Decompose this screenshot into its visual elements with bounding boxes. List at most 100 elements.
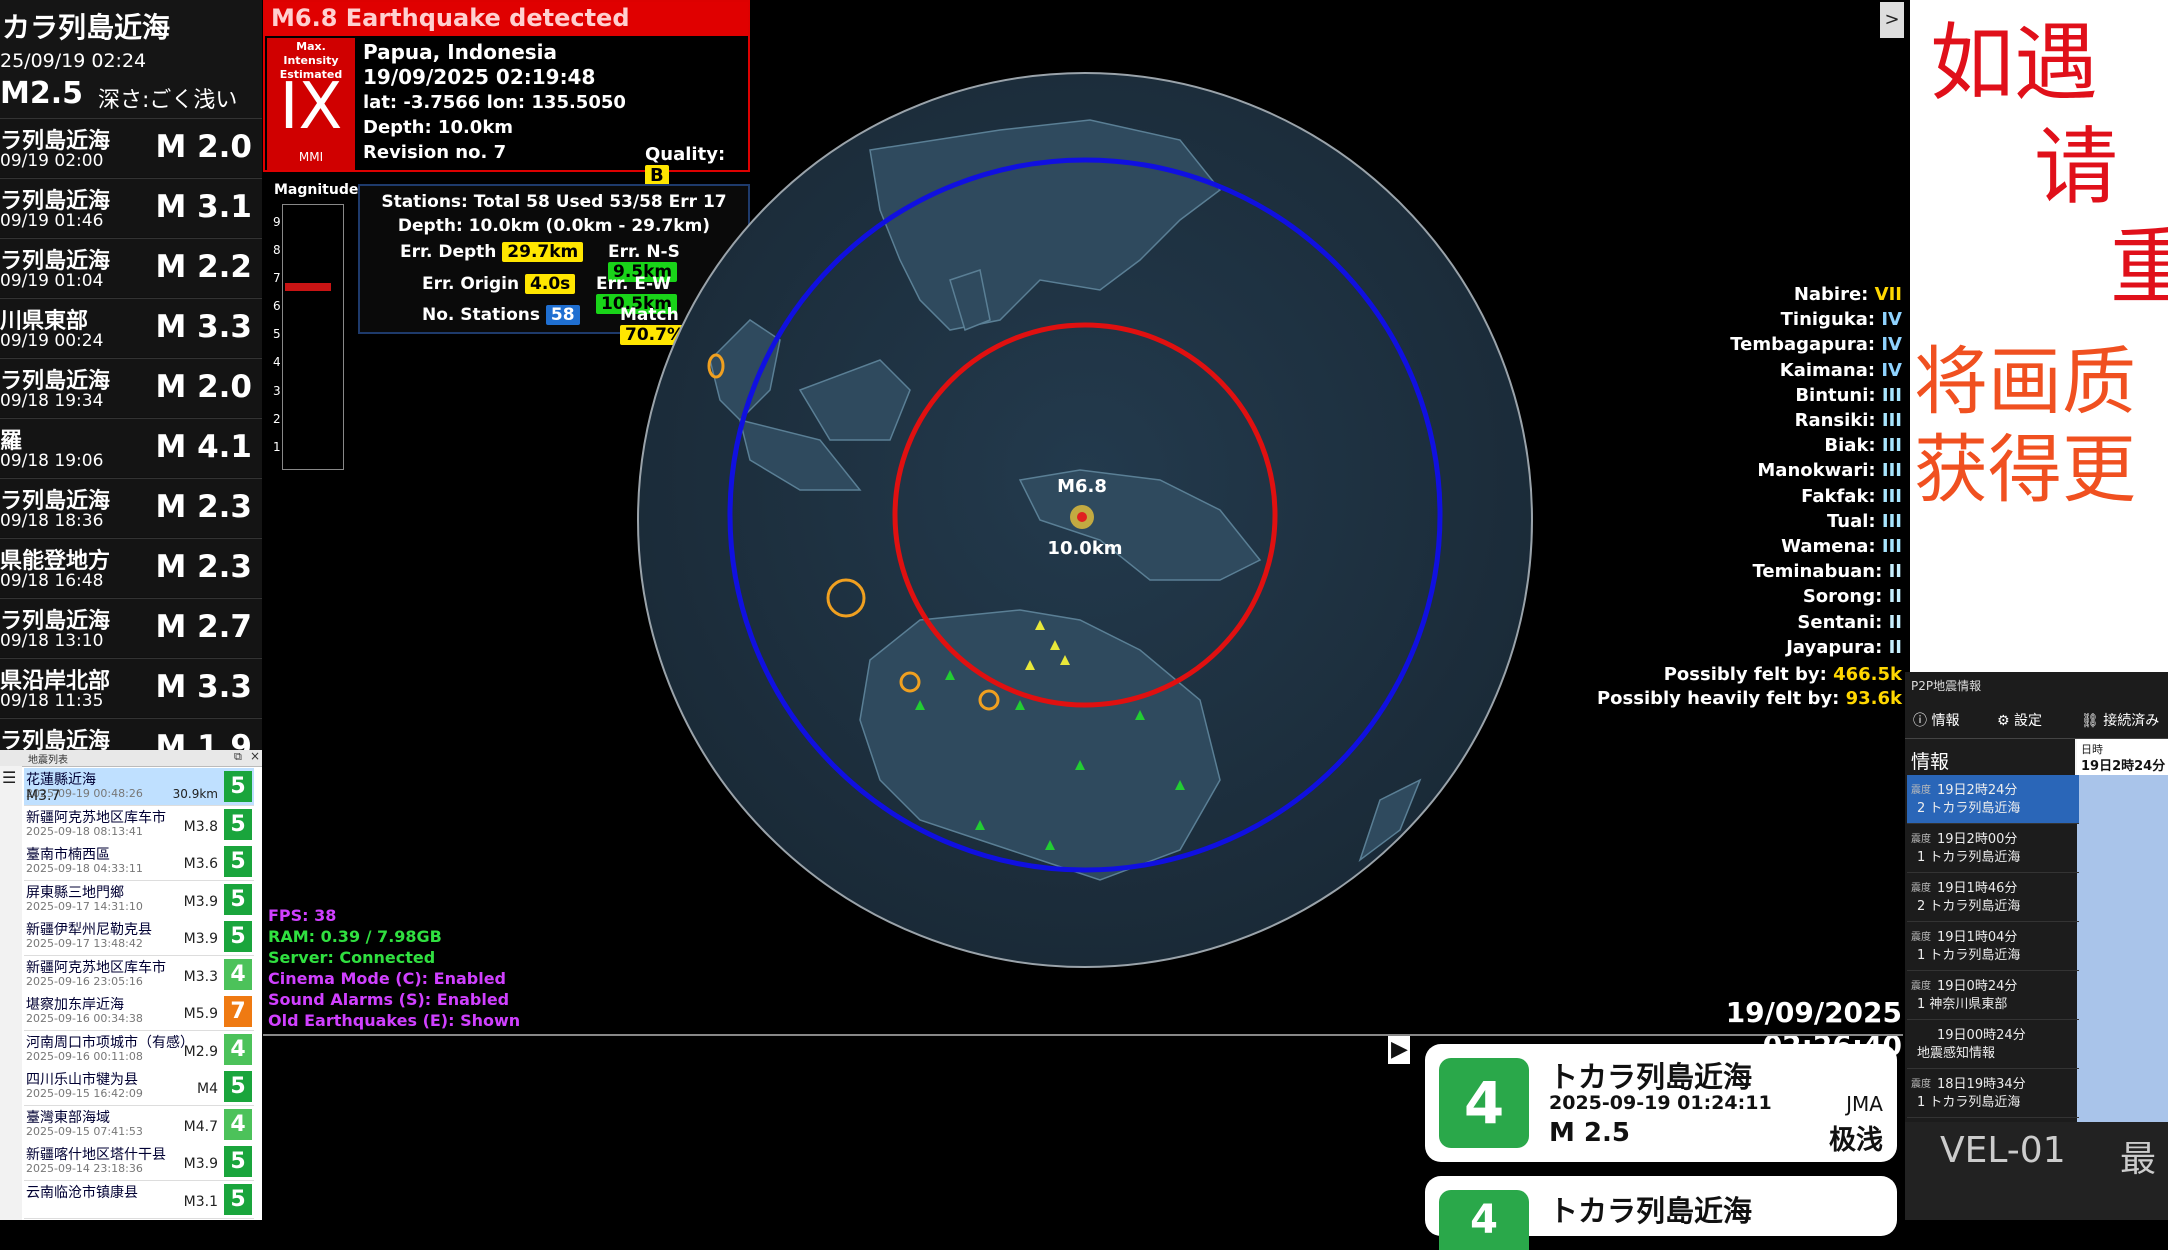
- list-icon[interactable]: ☰: [2, 768, 16, 787]
- item-mag: M 2.0: [155, 369, 252, 405]
- intensity-badge: 4: [224, 1108, 252, 1140]
- item-area: 云南临沧市镇康县: [26, 1184, 138, 1201]
- item-time: 09/18 16:48: [0, 571, 104, 591]
- quake-list-item[interactable]: ラ列島近海 09/18 19:34 M 2.0: [0, 358, 262, 417]
- p2p-side-head: 日時 19日2時24分: [2077, 739, 2168, 775]
- item-area: 臺灣東部海域: [26, 1109, 110, 1126]
- item-mag: M3.9: [183, 893, 218, 910]
- intensity-badge: 5: [224, 846, 252, 877]
- possibly-felt: Possibly felt by: 466.5k: [1663, 664, 1902, 685]
- tab-connection[interactable]: ⛓ 接続済み: [2081, 710, 2159, 730]
- cn-quake-item[interactable]: 河南周口市项城市（有感） 2025-09-16 00:11:08 M2.9 4: [24, 1030, 254, 1069]
- quake-list-item[interactable]: 羅 09/18 19:06 M 4.1: [0, 418, 262, 477]
- item-area: 新疆阿克苏地区库车市: [26, 809, 166, 826]
- cn-quake-item[interactable]: 臺南市楠西區 2025-09-18 04:33:11 M3.6 5: [24, 843, 254, 881]
- quake-list-item[interactable]: ラ列島近海 09/18 18:36 M 2.3: [0, 478, 262, 537]
- cn-quake-item[interactable]: 新疆阿克苏地区库车市 2025-09-18 08:13:41 M3.8 5: [24, 805, 254, 844]
- footer-trail: 最: [2120, 1139, 2157, 1180]
- tab-info[interactable]: ⓘ 情報: [1913, 710, 1959, 730]
- status-sound[interactable]: Sound Alarms (S): Enabled: [268, 989, 520, 1010]
- intensity-value: IX: [279, 70, 343, 144]
- magnitude-bar: [285, 283, 331, 292]
- item-time: 19日1時46分: [1937, 881, 2018, 896]
- p2p-item[interactable]: 震度 19日0時24分 1 神奈川県東部: [1907, 971, 2079, 1020]
- item-mag: M2.9: [183, 1043, 218, 1060]
- p2p-item[interactable]: 19日00時24分 地震感知情報: [1907, 1020, 2079, 1069]
- felt-place: Manokwari: III: [1757, 460, 1902, 482]
- cn-quake-item[interactable]: 新疆伊犁州尼勒克县 2025-09-17 13:48:42 M3.9 5: [24, 918, 254, 956]
- eew-card[interactable]: 4 トカラ列島近海 2025-09-19 01:24:11 M 2.5 JMA …: [1425, 1044, 1897, 1162]
- quake-list-item[interactable]: 川県東部 09/19 00:24 M 3.3: [0, 298, 262, 357]
- quake-list-item[interactable]: ラ列島近海 09/19 01:04 M 2.2: [0, 238, 262, 297]
- felt-place: Wamena: III: [1781, 536, 1902, 557]
- quake-depth: Depth: 10.0km: [363, 117, 514, 138]
- item-mag: M3.7: [26, 788, 61, 804]
- intensity-badge: 5: [224, 1071, 252, 1102]
- banner-line5: 获得更: [1914, 427, 2136, 513]
- cn-quake-item[interactable]: 花蓮縣近海 2025-09-19 00:48:26 M3.7 5 30.9km: [24, 768, 254, 806]
- felt-place: Jayapura: II: [1786, 636, 1902, 658]
- felt-place: Sentani: II: [1797, 611, 1902, 633]
- quake-list-item[interactable]: ラ列島近海 09/18 13:10 M 2.7: [0, 598, 262, 657]
- status-cinema[interactable]: Cinema Mode (C): Enabled: [268, 968, 520, 989]
- cn-quake-item[interactable]: 新疆阿克苏地区库车市 2025-09-16 23:05:16 M3.3 4: [24, 955, 254, 994]
- p2p-item[interactable]: 震度 19日1時46分 2 トカラ列島近海: [1907, 873, 2079, 922]
- quake-datetime: 19/09/2025 02:19:48: [363, 65, 596, 89]
- cn-quake-item[interactable]: 屏東縣三地門鄉 2025-09-17 14:31:10 M3.9 5: [24, 880, 254, 919]
- intensity-badge: 7: [224, 996, 252, 1027]
- quake-region: Papua, Indonesia: [363, 40, 558, 64]
- magnitude-tick: 7: [273, 271, 281, 286]
- depth-label: 10.0km: [1047, 538, 1122, 559]
- item-area: 新疆喀什地区塔什干县: [26, 1147, 166, 1163]
- item-time: 19日2時00分: [1937, 832, 2018, 847]
- item-area: 新疆伊犁州尼勒克县: [26, 922, 152, 938]
- item-time: 09/19 00:24: [0, 331, 104, 351]
- possibly-heavily-felt: Possibly heavily felt by: 93.6k: [1596, 688, 1902, 709]
- item-mag: M 3.3: [155, 669, 252, 705]
- p2p-item[interactable]: 震度 19日2時00分 1 トカラ列島近海: [1907, 824, 2079, 873]
- play-button[interactable]: ▶: [1388, 1036, 1410, 1064]
- item-date: 2025-09-15 07:41:53: [26, 1124, 143, 1138]
- item-date: 2025-09-14 23:18:36: [26, 1162, 143, 1175]
- eew-card[interactable]: 4 トカラ列島近海: [1425, 1176, 1897, 1250]
- cn-quake-item[interactable]: 四川乐山市犍为县 2025-09-15 16:42:09 M4 5: [24, 1068, 254, 1106]
- p2p-item[interactable]: 震度 18日19時34分 1 トカラ列島近海: [1907, 1069, 2079, 1118]
- quake-list-item[interactable]: ラ列島近海 M 1.9: [0, 718, 262, 750]
- item-time: 09/18 19:34: [0, 391, 104, 411]
- cn-quake-item[interactable]: 云南临沧市镇康县 M3.1 5: [24, 1180, 254, 1219]
- collapse-button[interactable]: >: [1880, 2, 1904, 38]
- card-depth: 极浅: [1829, 1125, 1883, 1156]
- quake-list-item[interactable]: ラ列島近海 09/19 01:46 M 3.1: [0, 178, 262, 237]
- p2p-item[interactable]: 震度 19日2時24分 2 トカラ列島近海: [1907, 775, 2079, 824]
- item-area: 堪察加东岸近海: [26, 997, 124, 1013]
- close-icon[interactable]: ×: [250, 750, 260, 763]
- banner-line2: 请: [2034, 118, 2119, 216]
- cn-quake-item[interactable]: 臺灣東部海域 2025-09-15 07:41:53 M4.7 4: [24, 1105, 254, 1144]
- card-mag: M 2.5: [1549, 1118, 1630, 1148]
- pin-icon[interactable]: ⧉: [234, 750, 242, 764]
- quake-list-item[interactable]: ラ列島近海 09/19 02:00 M 2.0: [0, 118, 262, 177]
- quake-list-item[interactable]: 県沿岸北部 09/18 11:35 M 3.3: [0, 658, 262, 717]
- err-depth: Err. Depth 29.7km: [400, 242, 584, 262]
- card-source: JMA: [1846, 1092, 1883, 1116]
- item-time: 09/18 19:06: [0, 451, 104, 471]
- p2p-item[interactable]: 震度 19日1時04分 1 トカラ列島近海: [1907, 922, 2079, 971]
- magnitude-tick: 8: [273, 243, 281, 258]
- item-tag: 震度: [1911, 834, 1931, 845]
- item-time: 09/18 11:35: [0, 691, 104, 711]
- p2p-title: P2P地震情報: [1911, 679, 1982, 693]
- item-time: 09/18 18:36: [0, 511, 104, 531]
- status-fps: FPS: 38: [268, 906, 337, 925]
- felt-place: Nabire: VII: [1793, 284, 1902, 305]
- cn-quake-item[interactable]: 堪察加东岸近海 2025-09-16 00:34:38 M5.9 7: [24, 993, 254, 1031]
- item-body: 2 トカラ列島近海: [1917, 801, 2021, 816]
- gear-icon: ⚙: [1997, 713, 2010, 729]
- quake-list-item[interactable]: 県能登地方 09/18 16:48 M 2.3: [0, 538, 262, 597]
- globe-map[interactable]: M6.8 10.0km: [620, 60, 1540, 980]
- tab-settings[interactable]: ⚙ 設定: [1997, 710, 2042, 730]
- latest-datetime: 25/09/19 02:24: [0, 50, 147, 72]
- banner-line3: 重: [2110, 218, 2168, 316]
- cn-quake-item[interactable]: 新疆喀什地区塔什干县 2025-09-14 23:18:36 M3.9 5: [24, 1143, 254, 1181]
- status-old[interactable]: Old Earthquakes (E): Shown: [268, 1010, 520, 1031]
- item-mag: M3.9: [183, 931, 218, 947]
